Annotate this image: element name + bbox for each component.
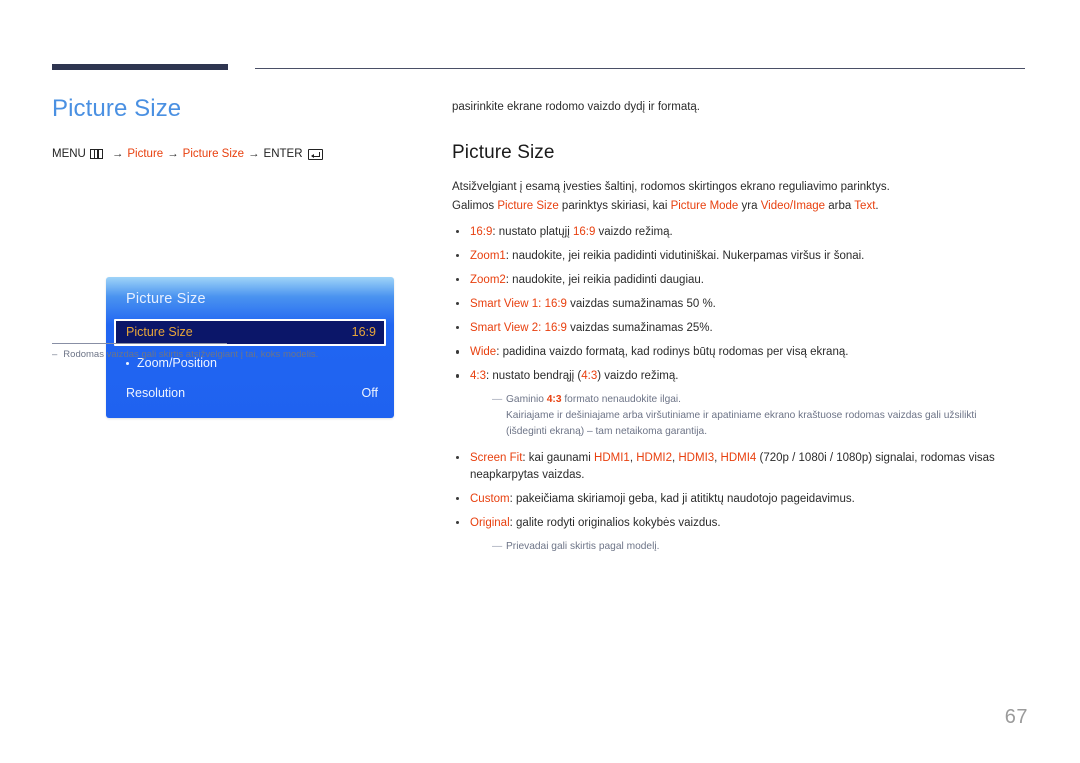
note-line-2: Kairiajame ir dešiniajame arba viršutini… (506, 410, 977, 422)
option-term-original: Original (470, 516, 510, 529)
option-port-hdmi2: HDMI2 (636, 451, 672, 464)
option-port-hdmi1: HDMI1 (594, 451, 630, 464)
p2-text-2: parinktys skiriasi, kai (558, 200, 671, 213)
list-item: Screen Fit: kai gaunami HDMI1, HDMI2, HD… (452, 450, 1027, 484)
option-term-zoom1: Zoom1 (470, 250, 506, 263)
p2-term-text: Text (854, 200, 876, 213)
breadcrumb-item-picture-size[interactable]: Picture Size (183, 148, 244, 161)
option-term-wide: Wide (470, 346, 497, 359)
menu-grid-icon (89, 149, 103, 160)
p2-text-1: Galimos (452, 200, 498, 213)
osd-row-label: Picture Size (126, 324, 193, 339)
note-dash: — (492, 394, 503, 406)
option-text-a: vaizdas sumažinamas 25%. (566, 322, 713, 335)
footnote: – Rodomas vaizdas gali skirtis atsižvelg… (52, 348, 412, 362)
header-rule-thin (255, 68, 1025, 69)
enter-label: ENTER (263, 147, 303, 160)
footnote-divider (52, 343, 227, 344)
options-list: 16:9: nustato platųjį 16:9 vaizdo režimą… (452, 224, 1027, 554)
option-text-a: : nustato bendrąjį ( (486, 370, 582, 383)
option-text-a: : naudokite, jei reikia padidinti viduti… (505, 250, 865, 263)
section-title: Picture Size (452, 141, 555, 163)
enter-return-icon (307, 148, 323, 160)
p2-text-3: yra (738, 200, 761, 213)
p2-term-picture-mode: Picture Mode (670, 200, 739, 213)
note-text-b: formato nenaudokite ilgai. (561, 394, 681, 406)
list-item: 16:9: nustato platųjį 16:9 vaizdo režimą… (452, 224, 1027, 241)
osd-row-value: 16:9 (351, 324, 376, 339)
note-line-1: Prievadai gali skirtis pagal modelį. (506, 540, 660, 552)
option-text-a: vaizdas sumažinamas 50 %. (566, 298, 716, 311)
osd-row-picture-size[interactable]: Picture Size 16:9 (114, 318, 386, 346)
menu-breadcrumb: MENU → Picture → Picture Size → ENTER (52, 147, 422, 161)
option-text-b: ) vaizdo režimą. (597, 370, 679, 383)
list-item: Zoom2: naudokite, jei reikia padidinti d… (452, 272, 1027, 289)
note-line-3: (išdeginti ekraną) – tam netaikoma garan… (506, 425, 708, 437)
option-inline-16-9: 16:9 (572, 226, 596, 239)
footnote-text: Rodomas vaizdas gali skirtis atsižvelgia… (63, 349, 319, 360)
list-item: Zoom1: naudokite, jei reikia padidinti v… (452, 248, 1027, 265)
option-term-smart-view-2: Smart View 2: 16:9 (470, 322, 567, 335)
option-text-a: : pakeičiama skiriamoji geba, kad ji ati… (509, 492, 855, 505)
note-ports: — Prievadai gali skirtis pagal modelį. (492, 539, 1027, 555)
note-line-1: Gaminio 4:3 formato nenaudokite ilgai. (506, 392, 1027, 408)
breadcrumb-arrow-1: → (111, 147, 124, 160)
document-page: Picture Size MENU → Picture → Picture Si… (0, 0, 1080, 763)
option-text-b: (720p / 1080i / 1080p) signalai, rodomas… (756, 451, 995, 464)
option-term-16-9: 16:9 (470, 226, 493, 239)
option-term-screen-fit: Screen Fit (470, 451, 523, 464)
option-term-custom: Custom (470, 492, 510, 505)
osd-row-label: Resolution (126, 385, 186, 400)
p2-text-5: . (875, 200, 879, 213)
option-text-a: : naudokite, jei reikia padidinti daugia… (505, 274, 704, 287)
header-rule-thick (52, 64, 228, 70)
p2-term-video-image: Video/Image (760, 200, 826, 213)
list-item: Custom: pakeičiama skiriamoji geba, kad … (452, 491, 1027, 508)
note-dash: — (492, 540, 503, 552)
option-text-a: : nustato platųjį (492, 226, 573, 239)
p2-text-4: arba (825, 200, 855, 213)
footnote-dash: – (52, 349, 58, 360)
paragraph-1: Atsižvelgiant į esamą įvesties šaltinį, … (452, 180, 890, 193)
list-item: 4:3: nustato bendrąjį (4:3) vaizdo režim… (452, 368, 1027, 385)
breadcrumb-arrow-3: → (248, 147, 260, 160)
osd-row-resolution[interactable]: Resolution Off (106, 381, 394, 406)
note-wrapper-ports: — Prievadai gali skirtis pagal modelį. (452, 539, 1027, 555)
note-4-3: — Gaminio 4:3 formato nenaudokite ilgai.… (492, 392, 1027, 439)
list-item: Smart View 1: 16:9 vaizdas sumažinamas 5… (452, 296, 1027, 313)
osd-title: Picture Size (126, 291, 206, 307)
option-text-a: : padidina vaizdo formatą, kad rodinys b… (496, 346, 849, 359)
list-item: Smart View 2: 16:9 vaizdas sumažinamas 2… (452, 320, 1027, 337)
option-text-c: neapkarpytas vaizdas. (470, 468, 585, 481)
list-item: Wide: padidina vaizdo formatą, kad rodin… (452, 344, 1027, 361)
option-text-a: : galite rodyti originalios kokybės vaiz… (509, 516, 721, 529)
note-text-a: Gaminio (506, 394, 547, 406)
paragraph-2: Galimos Picture Size parinktys skiriasi,… (452, 197, 1027, 217)
option-port-hdmi4: HDMI4 (720, 451, 757, 464)
osd-row-value: Off (361, 385, 378, 400)
option-term-4-3: 4:3 (470, 370, 486, 383)
option-inline-4-3: 4:3 (581, 370, 598, 383)
page-number: 67 (1004, 706, 1028, 728)
option-term-smart-view-1: Smart View 1: 16:9 (470, 298, 567, 311)
option-text-b: vaizdo režimą. (595, 226, 673, 239)
lead-text: pasirinkite ekrane rodomo vaizdo dydį ir… (452, 101, 701, 113)
page-title: Picture Size (52, 95, 182, 122)
p2-term-picture-size: Picture Size (497, 200, 559, 213)
breadcrumb-arrow-2: → (167, 147, 179, 160)
option-text-a: : kai gaunami (522, 451, 595, 464)
option-port-hdmi3: HDMI3 (678, 451, 715, 464)
list-item: Original: galite rodyti originalios koky… (452, 515, 1027, 532)
option-term-zoom2: Zoom2 (470, 274, 506, 287)
menu-label: MENU (52, 147, 86, 160)
note-wrapper-4-3: — Gaminio 4:3 formato nenaudokite ilgai.… (452, 392, 1027, 439)
note-term-4-3: 4:3 (546, 394, 562, 406)
left-column: Picture Size MENU → Picture → Picture Si… (52, 95, 422, 418)
right-column: pasirinkite ekrane rodomo vaizdo dydį ir… (452, 99, 1027, 565)
breadcrumb-item-picture[interactable]: Picture (127, 148, 163, 161)
